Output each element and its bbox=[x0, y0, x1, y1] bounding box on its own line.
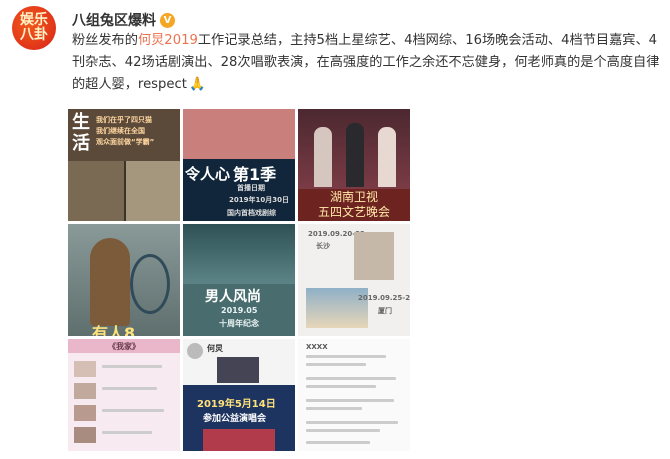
poster-big-text: 令人心 bbox=[185, 165, 231, 183]
thumb-d bbox=[74, 427, 96, 443]
post-text: 粉丝发布的何炅2019工作记录总结，主持5档上星综艺、4档网综、16场晚会活动、… bbox=[72, 30, 662, 96]
avatar-text-top: 娱乐 bbox=[20, 12, 48, 28]
person-2 bbox=[346, 123, 364, 187]
poster-top bbox=[183, 224, 295, 284]
image-thumbnail-7[interactable]: 《我家》 bbox=[68, 339, 180, 451]
text-line bbox=[306, 407, 362, 410]
text-line bbox=[102, 365, 162, 368]
person-1 bbox=[314, 127, 332, 187]
text-line bbox=[102, 387, 157, 390]
poster-anniv: 十周年纪念 bbox=[219, 319, 259, 328]
image-thumbnail-1[interactable]: 生 活 我们在乎了四只猫 我们继续在全国 观众面前做“学霸” bbox=[68, 109, 180, 221]
stage-strip bbox=[203, 429, 275, 451]
card-photo bbox=[217, 357, 259, 383]
date-2: 2019.09.25-29 bbox=[358, 294, 410, 302]
poster-sub-2: 2019年10月30日 bbox=[229, 196, 289, 204]
card-username: 何炅 bbox=[207, 344, 223, 353]
chat-header: XXXX bbox=[306, 343, 328, 351]
person-3 bbox=[378, 127, 396, 187]
thumb-c bbox=[74, 405, 96, 421]
post-text-prefix: 粉丝发布的 bbox=[72, 33, 138, 48]
author-name[interactable]: 八组兔区爆料 V bbox=[72, 10, 175, 30]
place-2: 厦门 bbox=[378, 307, 392, 315]
person-figure bbox=[90, 238, 130, 326]
avatar[interactable]: 娱乐 八卦 bbox=[12, 6, 56, 50]
image-thumbnail-8[interactable]: 何炅 2019年5月14日 参加公益演唱会 bbox=[183, 339, 295, 451]
show-title-2: 五四文艺晚会 bbox=[317, 205, 390, 219]
photo-strip bbox=[183, 109, 295, 159]
caption-sheng: 生 bbox=[72, 112, 90, 133]
caption-small-3: 观众面前做“学霸” bbox=[96, 138, 155, 146]
thumb-b bbox=[74, 383, 96, 399]
text-line bbox=[306, 355, 386, 358]
text-line bbox=[306, 363, 366, 366]
image-thumbnail-3[interactable]: 湖南卫视 五四文艺晚会 bbox=[298, 109, 410, 221]
header-title: 《我家》 bbox=[108, 342, 140, 351]
image-thumbnail-6[interactable]: 2019.09.20-22 长沙 2019.09.25-29 厦门 bbox=[298, 224, 410, 336]
show-title-1: 湖南卫视 bbox=[329, 190, 378, 204]
text-line bbox=[306, 377, 396, 380]
caption-small-2: 我们继续在全国 bbox=[96, 127, 145, 135]
image-grid: 生 活 我们在乎了四只猫 我们继续在全国 观众面前做“学霸” 令人心 第1季 首… bbox=[68, 109, 418, 453]
photo-left bbox=[68, 161, 124, 221]
poster-year: 2019.05 bbox=[221, 306, 258, 315]
caption-huo: 活 bbox=[72, 133, 90, 154]
place-1: 长沙 bbox=[316, 242, 330, 250]
caption-overlay: 有人8 bbox=[92, 324, 136, 336]
photo-right bbox=[126, 161, 180, 221]
show-title-band: 湖南卫视 五四文艺晚会 bbox=[298, 189, 410, 221]
thumb-a bbox=[74, 361, 96, 377]
poster-sub: 参加公益演唱会 bbox=[203, 414, 267, 424]
image-thumbnail-5[interactable]: 男人风尚 2019.05 十周年纪念 bbox=[183, 224, 295, 336]
pray-emoji-icon: 🙏 bbox=[188, 77, 206, 92]
image-thumbnail-2[interactable]: 令人心 第1季 首播日期 2019年10月30日 国内首档戏剧综 bbox=[183, 109, 295, 221]
post-header: 娱乐 八卦 bbox=[12, 6, 56, 50]
poster-season: 第1季 bbox=[233, 165, 277, 184]
poster-sub-3: 国内首档戏剧综 bbox=[227, 209, 276, 217]
text-line bbox=[306, 441, 370, 444]
poster-sub-1: 首播日期 bbox=[237, 184, 265, 192]
verified-badge-icon: V bbox=[160, 12, 175, 28]
text-line bbox=[306, 421, 398, 424]
text-line bbox=[102, 431, 152, 434]
image-thumbnail-9[interactable]: XXXX bbox=[298, 339, 410, 451]
text-line bbox=[306, 399, 394, 402]
card-avatar bbox=[187, 343, 203, 359]
poster-title: 男人风尚 bbox=[205, 289, 261, 305]
poster-date: 2019年5月14日 bbox=[197, 399, 276, 410]
caption-small-1: 我们在乎了四只猫 bbox=[96, 116, 152, 124]
hashtag-link[interactable]: 何炅2019 bbox=[138, 33, 198, 48]
text-line bbox=[102, 409, 164, 412]
text-line bbox=[306, 385, 376, 388]
image-thumbnail-4[interactable]: 有人8 bbox=[68, 224, 180, 336]
text-line bbox=[306, 429, 380, 432]
hose-coil bbox=[130, 254, 170, 314]
author-name-text[interactable]: 八组兔区爆料 bbox=[72, 10, 156, 30]
book-photo bbox=[354, 232, 394, 280]
avatar-text-bottom: 八卦 bbox=[20, 27, 48, 43]
